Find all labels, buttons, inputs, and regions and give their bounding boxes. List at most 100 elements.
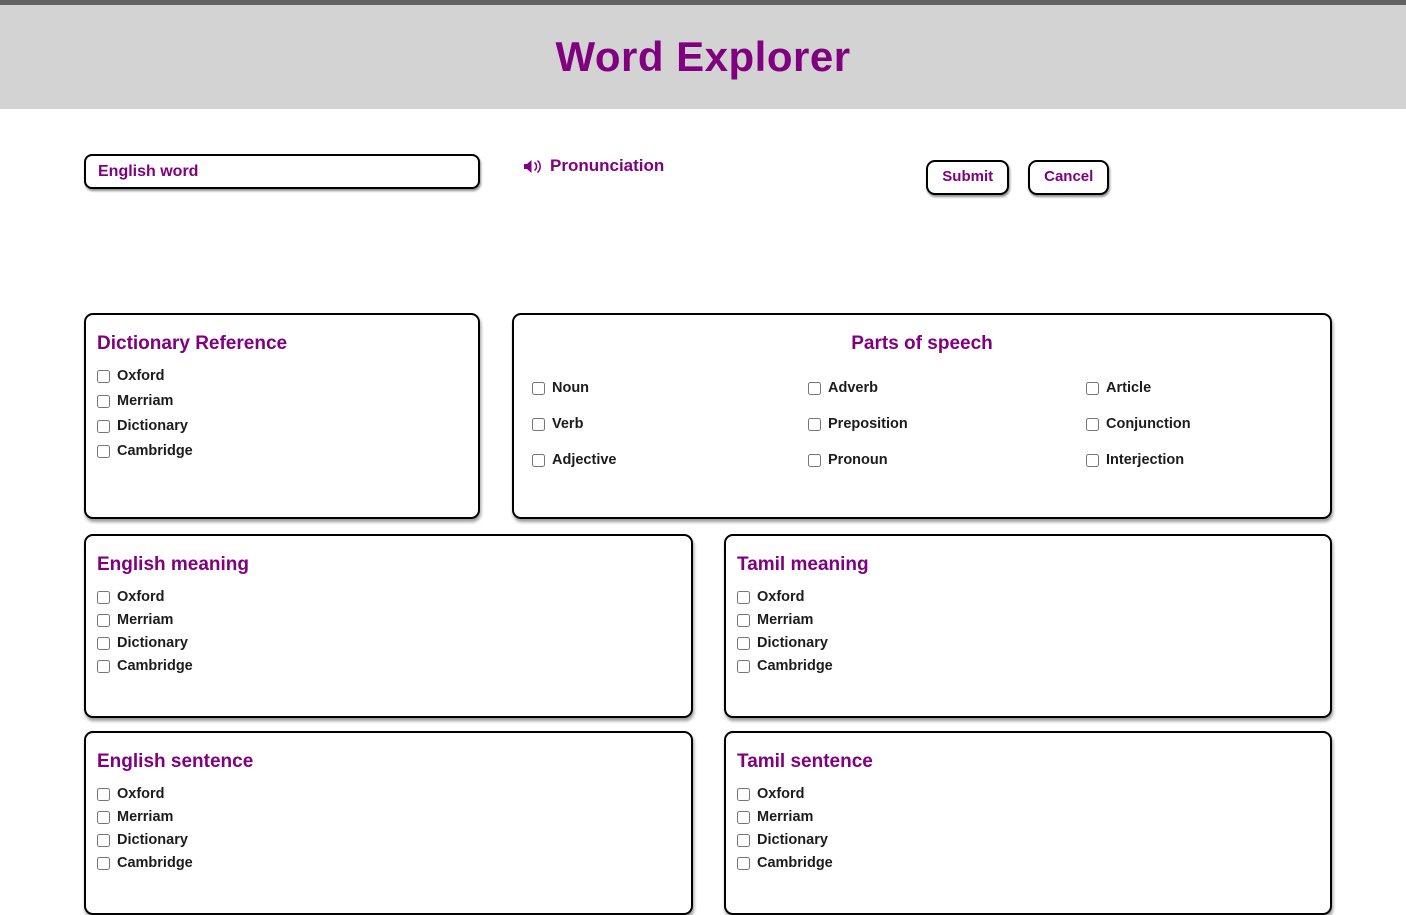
tamil-sentence-merriam-checkbox[interactable] <box>737 810 750 824</box>
submit-button[interactable]: Submit <box>926 160 1010 195</box>
checkbox-row[interactable]: Dictionary <box>737 832 1310 848</box>
checkbox-row[interactable]: Cambridge <box>737 855 1310 871</box>
checkbox-label: Oxford <box>757 786 805 802</box>
cancel-button[interactable]: Cancel <box>1028 160 1110 195</box>
checkbox-label: Dictionary <box>757 832 828 848</box>
checkbox-row[interactable]: Dictionary <box>737 635 1310 651</box>
tamil-sentence-panel: Tamil sentence Oxford Merriam Dictionary… <box>724 731 1332 915</box>
checkbox-row[interactable]: Oxford <box>737 786 1310 802</box>
checkbox-row[interactable]: Dictionary <box>97 635 671 651</box>
checkbox-label: Conjunction <box>1106 416 1191 432</box>
dictionary-reference-title: Dictionary Reference <box>97 333 288 354</box>
checkbox-label: Merriam <box>757 809 814 825</box>
tamil-sentence-cambridge-checkbox[interactable] <box>737 856 750 870</box>
app-header: Word Explorer <box>0 5 1406 109</box>
checkbox-row[interactable]: Oxford <box>97 368 458 384</box>
english-meaning-panel: English meaning Oxford Merriam Dictionar… <box>84 534 693 718</box>
tamil-meaning-dictionary-checkbox[interactable] <box>737 636 750 650</box>
checkbox-row[interactable]: Merriam <box>97 612 671 628</box>
pos-verb-checkbox[interactable] <box>532 417 545 431</box>
checkbox-label: Oxford <box>117 589 165 605</box>
english-meaning-dictionary-checkbox[interactable] <box>97 636 110 650</box>
pos-pronoun-checkbox[interactable] <box>808 453 821 467</box>
english-sentence-title: English sentence <box>97 751 254 772</box>
checkbox-row[interactable]: Merriam <box>737 612 1310 628</box>
english-sentence-dictionary-checkbox[interactable] <box>97 833 110 847</box>
pos-adverb-checkbox[interactable] <box>808 381 821 395</box>
checkbox-label: Cambridge <box>757 658 833 674</box>
checkbox-row[interactable]: Oxford <box>737 589 1310 605</box>
tamil-meaning-title: Tamil meaning <box>737 554 869 575</box>
english-sentence-panel: English sentence Oxford Merriam Dictiona… <box>84 731 693 915</box>
action-button-group: Submit Cancel <box>926 160 1110 195</box>
pos-article-checkbox[interactable] <box>1086 381 1099 395</box>
pos-conjunction-checkbox[interactable] <box>1086 417 1099 431</box>
pos-adjective-checkbox[interactable] <box>532 453 545 467</box>
english-word-input[interactable] <box>84 154 480 189</box>
english-meaning-options: Oxford Merriam Dictionary Cambridge <box>97 589 671 674</box>
control-row: Pronunciation Submit Cancel <box>0 109 1406 195</box>
checkbox-row[interactable]: Conjunction <box>1086 416 1312 432</box>
page-title: Word Explorer <box>555 33 851 80</box>
checkbox-row[interactable]: Oxford <box>97 786 671 802</box>
page-body: Pronunciation Submit Cancel Dictionary R… <box>0 109 1406 915</box>
checkbox-row[interactable]: Merriam <box>737 809 1310 825</box>
checkbox-row[interactable]: Pronoun <box>808 452 1086 468</box>
english-meaning-cambridge-checkbox[interactable] <box>97 659 110 673</box>
tamil-meaning-oxford-checkbox[interactable] <box>737 590 750 604</box>
english-sentence-options: Oxford Merriam Dictionary Cambridge <box>97 786 671 871</box>
dictionary-reference-merriam-checkbox[interactable] <box>97 394 110 408</box>
english-meaning-oxford-checkbox[interactable] <box>97 590 110 604</box>
checkbox-row[interactable]: Cambridge <box>737 658 1310 674</box>
dictionary-reference-options: Oxford Merriam Dictionary Cambridge <box>97 368 458 459</box>
dictionary-reference-cambridge-checkbox[interactable] <box>97 444 110 458</box>
checkbox-label: Merriam <box>757 612 814 628</box>
english-sentence-cambridge-checkbox[interactable] <box>97 856 110 870</box>
checkbox-row[interactable]: Adverb <box>808 380 1086 396</box>
checkbox-row[interactable]: Cambridge <box>97 443 458 459</box>
checkbox-row[interactable]: Cambridge <box>97 855 671 871</box>
checkbox-label: Interjection <box>1106 452 1185 468</box>
checkbox-label: Dictionary <box>117 635 188 651</box>
checkbox-row[interactable]: Cambridge <box>97 658 671 674</box>
english-meaning-merriam-checkbox[interactable] <box>97 613 110 627</box>
checkbox-label: Cambridge <box>117 855 193 871</box>
checkbox-label: Noun <box>552 380 590 396</box>
checkbox-label: Merriam <box>117 393 174 409</box>
english-sentence-merriam-checkbox[interactable] <box>97 810 110 824</box>
checkbox-label: Adverb <box>828 380 878 396</box>
pos-preposition-checkbox[interactable] <box>808 417 821 431</box>
checkbox-row[interactable]: Article <box>1086 380 1312 396</box>
checkbox-row[interactable]: Noun <box>532 380 808 396</box>
pronunciation-button[interactable]: Pronunciation <box>523 156 664 176</box>
checkbox-label: Oxford <box>757 589 805 605</box>
checkbox-row[interactable]: Dictionary <box>97 418 458 434</box>
pos-interjection-checkbox[interactable] <box>1086 453 1099 467</box>
checkbox-label: Preposition <box>828 416 908 432</box>
tamil-meaning-options: Oxford Merriam Dictionary Cambridge <box>737 589 1310 674</box>
english-sentence-oxford-checkbox[interactable] <box>97 787 110 801</box>
checkbox-row[interactable]: Preposition <box>808 416 1086 432</box>
checkbox-label: Merriam <box>117 612 174 628</box>
checkbox-row[interactable]: Oxford <box>97 589 671 605</box>
checkbox-row[interactable]: Adjective <box>532 452 808 468</box>
checkbox-label: Merriam <box>117 809 174 825</box>
tamil-meaning-merriam-checkbox[interactable] <box>737 613 750 627</box>
tamil-meaning-cambridge-checkbox[interactable] <box>737 659 750 673</box>
tamil-sentence-oxford-checkbox[interactable] <box>737 787 750 801</box>
checkbox-row[interactable]: Interjection <box>1086 452 1312 468</box>
checkbox-label: Oxford <box>117 368 165 384</box>
dictionary-reference-oxford-checkbox[interactable] <box>97 369 110 383</box>
checkbox-label: Dictionary <box>757 635 828 651</box>
checkbox-label: Oxford <box>117 786 165 802</box>
dictionary-reference-dictionary-checkbox[interactable] <box>97 419 110 433</box>
pos-noun-checkbox[interactable] <box>532 381 545 395</box>
checkbox-row[interactable]: Verb <box>532 416 808 432</box>
checkbox-row[interactable]: Merriam <box>97 809 671 825</box>
checkbox-row[interactable]: Merriam <box>97 393 458 409</box>
parts-of-speech-panel: Parts of speech Noun Adverb Article Verb… <box>512 313 1332 519</box>
checkbox-label: Article <box>1106 380 1152 396</box>
checkbox-row[interactable]: Dictionary <box>97 832 671 848</box>
tamil-sentence-dictionary-checkbox[interactable] <box>737 833 750 847</box>
tamil-sentence-title: Tamil sentence <box>737 751 873 772</box>
